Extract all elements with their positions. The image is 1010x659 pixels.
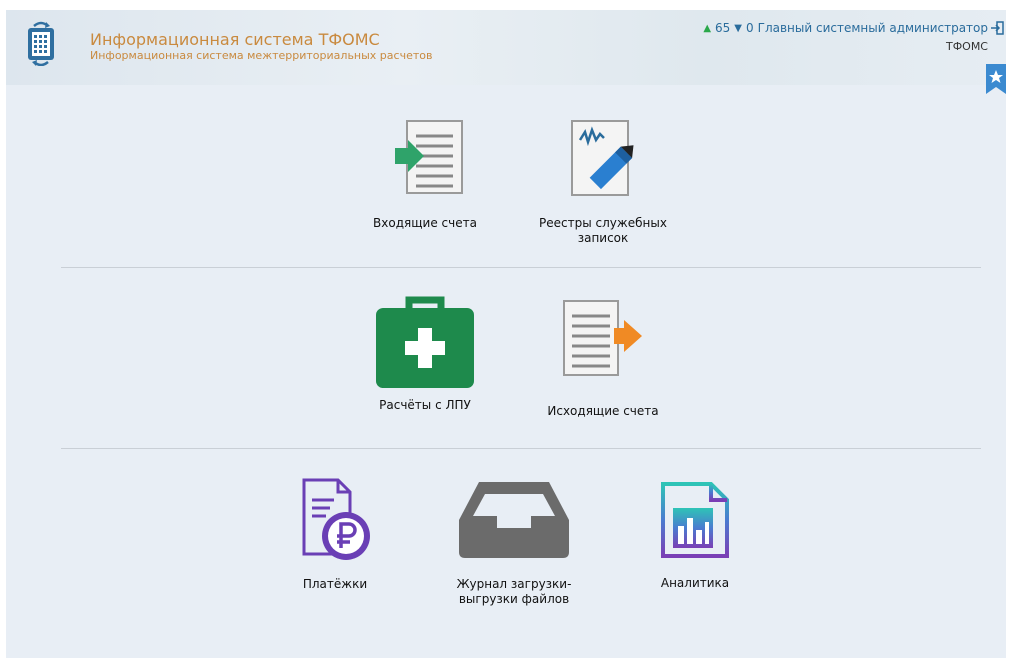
counter-up[interactable]: 65 — [715, 21, 730, 35]
app-subtitle: Информационная система межтерриториальны… — [90, 49, 433, 62]
tile-label: Платёжки — [302, 577, 368, 591]
tile-outgoing-invoices[interactable]: Исходящие счета — [518, 298, 688, 419]
tile-analytics[interactable]: Аналитика — [610, 480, 780, 591]
incoming-document-icon — [395, 120, 463, 194]
divider — [61, 448, 981, 449]
counter-down[interactable]: 0 — [746, 21, 754, 35]
user-bar: ▲ 65 ▼ 0 Главный системный администратор — [703, 21, 988, 35]
tile-label: Реестры служебных записок — [539, 216, 667, 245]
analytics-report-icon — [661, 482, 729, 558]
tile-label: Входящие счета — [373, 216, 477, 230]
tile-lpu-settlements[interactable]: Расчёты с ЛПУ — [340, 294, 510, 413]
calculator-calendar-icon[interactable] — [24, 20, 58, 66]
tile-memo-registers[interactable]: Реестры служебных записок — [518, 118, 688, 246]
app-window: Информационная система ТФОМС Информацион… — [6, 10, 1006, 658]
signed-document-icon — [571, 120, 634, 196]
divider — [61, 267, 981, 268]
user-name-link[interactable]: Главный системный администратор — [758, 21, 988, 35]
arrow-down-icon: ▼ — [734, 22, 742, 34]
tile-label: Исходящие счета — [547, 404, 659, 418]
organization-label: ТФОМС — [945, 40, 988, 53]
arrow-up-icon: ▲ — [703, 22, 712, 34]
app-title: Информационная система ТФОМС — [90, 30, 380, 49]
medical-case-icon — [376, 296, 474, 388]
tile-file-journal[interactable]: Журнал загрузки-выгрузки файлов — [429, 476, 599, 607]
tile-label: Расчёты с ЛПУ — [379, 398, 471, 412]
outgoing-document-icon — [563, 300, 642, 376]
tile-payments[interactable]: Платёжки — [250, 476, 420, 592]
logout-icon[interactable] — [990, 21, 1004, 35]
ruble-document-icon — [302, 478, 370, 560]
inbox-tray-icon — [459, 482, 569, 558]
tile-incoming-invoices[interactable]: Входящие счета — [340, 118, 510, 231]
tile-label: Аналитика — [660, 576, 730, 590]
tile-label: Журнал загрузки-выгрузки файлов — [456, 577, 572, 606]
star-bookmark-icon[interactable] — [986, 64, 1006, 94]
